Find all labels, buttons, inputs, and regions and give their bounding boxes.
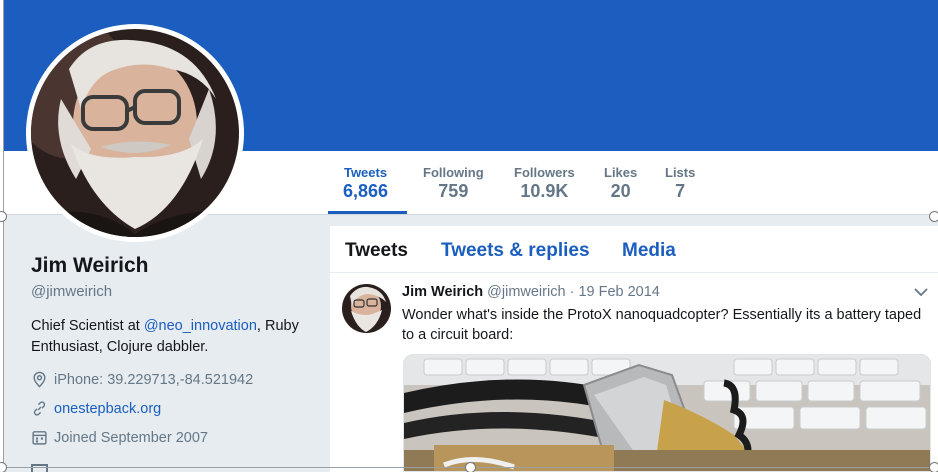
- tab-tweets-replies[interactable]: Tweets & replies: [441, 240, 590, 262]
- tweet-header: Jim Weirich @jimweirich · 19 Feb 2014: [402, 284, 660, 300]
- stat-following[interactable]: Following 759: [423, 165, 484, 202]
- bio-mention-link[interactable]: @neo_innovation: [144, 318, 257, 334]
- tweet-item[interactable]: Jim Weirich @jimweirich · 19 Feb 2014 Wo…: [330, 274, 938, 472]
- stat-following-value: 759: [438, 181, 469, 201]
- tweet-date[interactable]: 19 Feb 2014: [578, 284, 659, 300]
- birthday-icon: [31, 464, 48, 472]
- profile-name[interactable]: Jim Weirich: [31, 254, 149, 278]
- profile-avatar[interactable]: [26, 24, 244, 242]
- stat-lists-value: 7: [675, 181, 686, 201]
- stat-likes-label: Likes: [604, 165, 638, 180]
- avatar-photo: [31, 29, 239, 237]
- stat-tweets[interactable]: Tweets 6,866: [343, 165, 388, 202]
- tweet-media-image[interactable]: [403, 354, 931, 472]
- profile-location: iPhone: 39.229713,-84.521942: [31, 371, 253, 388]
- tweet-text: Wonder what's inside the ProtoX nanoquad…: [402, 307, 922, 343]
- profile-website: onestepback.org: [31, 400, 161, 417]
- profile-joined: Joined September 2007: [31, 429, 208, 446]
- tweet-separator: ·: [569, 284, 575, 300]
- chevron-down-icon[interactable]: [913, 284, 929, 300]
- tweet-author-name[interactable]: Jim Weirich: [402, 284, 483, 300]
- stat-tweets-label: Tweets: [343, 165, 388, 180]
- location-text: iPhone: 39.229713,-84.521942: [54, 371, 254, 388]
- resize-handle-bottom[interactable]: [465, 462, 476, 472]
- resize-handle-bottom-left[interactable]: [0, 462, 7, 472]
- stat-lists-label: Lists: [665, 165, 696, 180]
- active-stat-underline: [328, 211, 407, 214]
- map-pin-icon: [33, 371, 46, 388]
- stat-likes-value: 20: [610, 181, 631, 201]
- stat-lists[interactable]: Lists 7: [665, 165, 695, 202]
- calendar-icon: [32, 431, 47, 445]
- selection-frame-left: [3, 0, 4, 472]
- profile-handle: @jimweirich: [31, 283, 113, 300]
- tweet-author-handle[interactable]: @jimweirich: [487, 284, 565, 300]
- profile-bio: Chief Scientist at @neo_innovation, Ruby…: [31, 316, 321, 358]
- link-icon: [33, 401, 46, 416]
- stat-followers[interactable]: Followers 10.9K: [514, 165, 575, 202]
- website-link[interactable]: onestepback.org: [54, 401, 161, 417]
- tab-tweets[interactable]: Tweets: [345, 240, 408, 262]
- joined-text: Joined September 2007: [54, 429, 208, 446]
- tab-media[interactable]: Media: [622, 240, 676, 262]
- tweet-avatar[interactable]: [342, 284, 391, 333]
- stat-followers-value: 10.9K: [520, 181, 569, 201]
- resize-handle-bottom-right[interactable]: [929, 462, 938, 472]
- stat-following-label: Following: [423, 165, 484, 180]
- stat-followers-label: Followers: [514, 165, 575, 180]
- stat-likes[interactable]: Likes 20: [604, 165, 637, 202]
- stat-tweets-value: 6,866: [343, 181, 389, 201]
- timeline: Tweets Tweets & replies Media Jim Weiric…: [330, 226, 938, 472]
- bio-text-prefix: Chief Scientist at: [31, 318, 144, 334]
- resize-handle-right[interactable]: [929, 211, 938, 222]
- timeline-tabs: Tweets Tweets & replies Media: [330, 226, 938, 273]
